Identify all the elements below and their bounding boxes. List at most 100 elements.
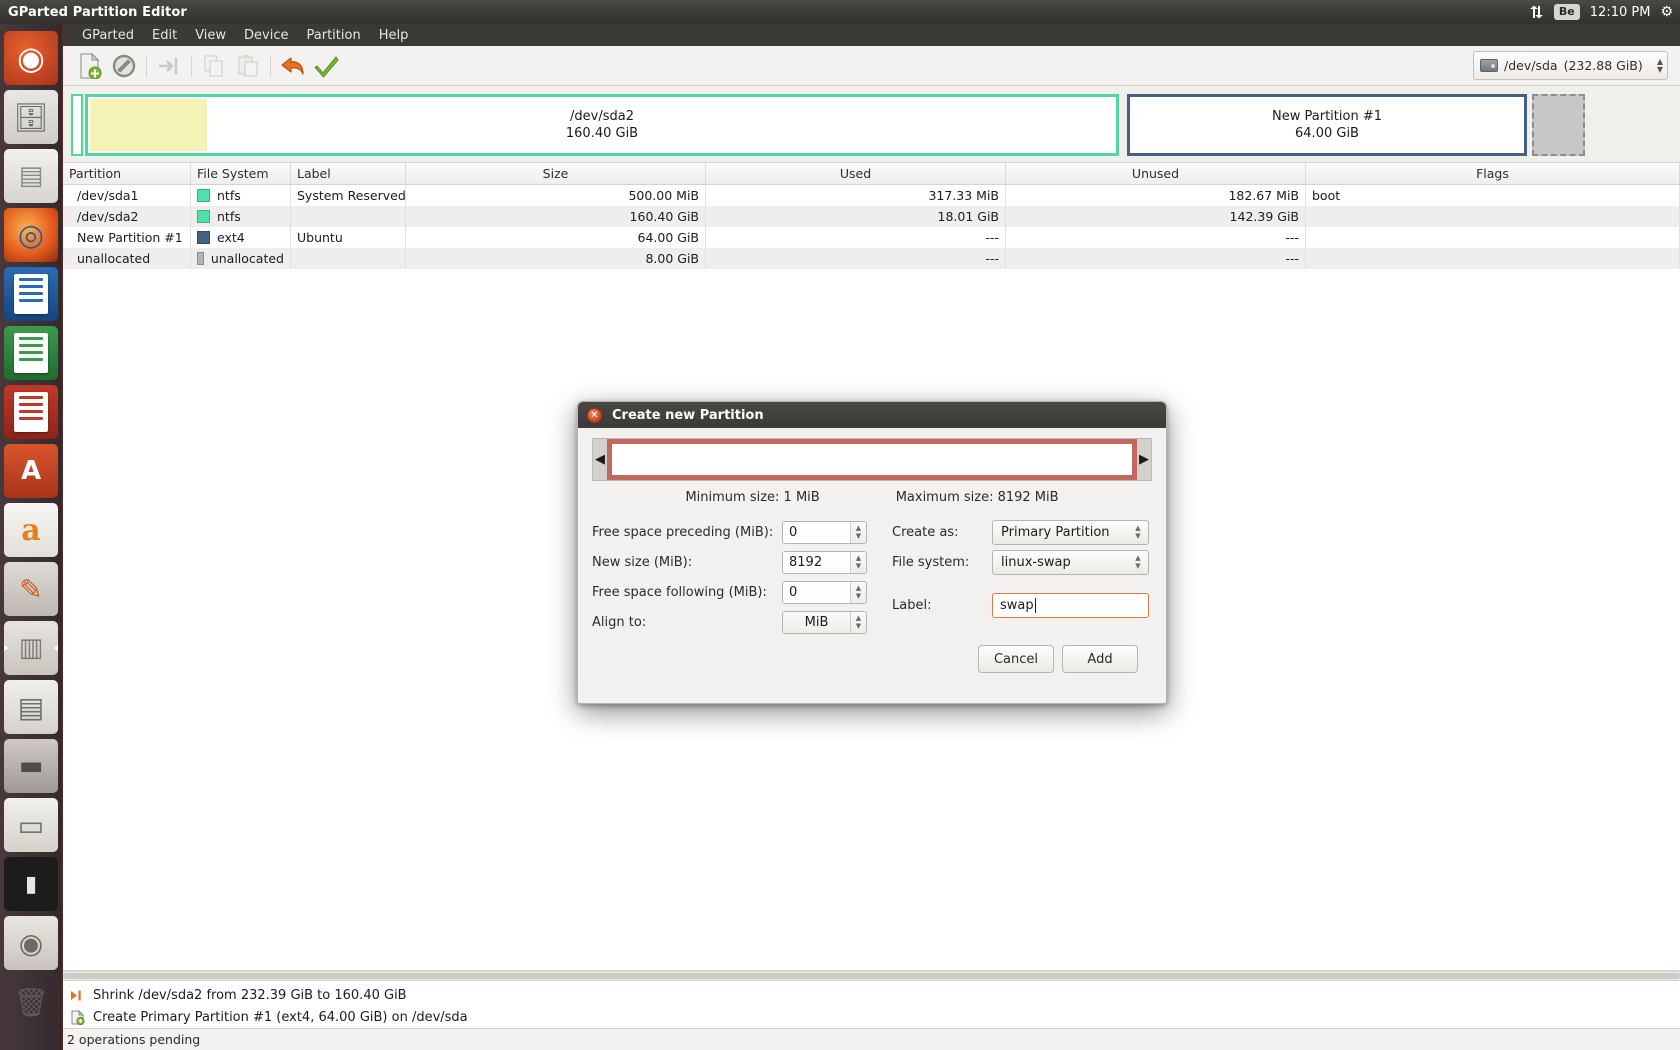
column-header-size[interactable]: Size [406, 163, 706, 184]
launcher-item-libreoffice-impress[interactable] [4, 385, 58, 439]
launcher-item-cd-drive[interactable]: ◉ [4, 916, 58, 970]
dialog-titlebar: ✕ Create new Partition [578, 402, 1166, 428]
launcher-item-hard-disk[interactable]: ▬ [4, 739, 58, 793]
menu-view[interactable]: View [186, 26, 235, 45]
toolbar-separator [146, 54, 147, 77]
clock-indicator[interactable]: 12:10 PM [1590, 5, 1651, 20]
gear-icon[interactable]: ⚙ [1660, 5, 1673, 19]
menu-partition[interactable]: Partition [298, 26, 370, 45]
partition-graphic-new-partition-1[interactable]: New Partition #1 64.00 GiB [1127, 94, 1527, 156]
field-new-size: New size (MiB): 8192 ▲ ▼ [592, 547, 882, 577]
partition-label-input[interactable]: swap [992, 592, 1149, 618]
gparted-icon: ▥ [18, 633, 44, 663]
toolbar-separator [270, 54, 271, 77]
horizontal-scrollbar[interactable] [63, 971, 1680, 980]
column-header-filesystem[interactable]: File System [191, 163, 291, 184]
add-button[interactable]: Add [1062, 645, 1138, 673]
launcher-item-trash[interactable]: 🗑 [4, 975, 58, 1029]
launcher-item-gparted[interactable]: ▥ [4, 621, 58, 675]
apply-button[interactable] [310, 50, 344, 82]
cell-label [291, 206, 406, 227]
launcher-item-libreoffice-writer[interactable] [4, 267, 58, 321]
sync-arrows-icon[interactable] [1529, 5, 1544, 19]
keyboard-layout-indicator[interactable]: Be [1553, 4, 1580, 20]
delete-partition-button[interactable] [107, 50, 141, 82]
resize-right-handle[interactable]: ▶ [1137, 439, 1151, 480]
copy-button[interactable] [197, 50, 231, 82]
text-caret [1034, 597, 1036, 613]
stepper-buttons[interactable]: ▲ ▼ [850, 521, 866, 543]
launcher-item-ubuntu-software[interactable]: A [4, 444, 58, 498]
list-item[interactable]: Shrink /dev/sda2 from 232.39 GiB to 160.… [63, 984, 1680, 1006]
chevron-down-icon: ▼ [1135, 532, 1141, 540]
status-bar: 2 operations pending [63, 1028, 1680, 1050]
launcher-item-amazon[interactable]: a [4, 503, 58, 557]
column-header-label[interactable]: Label [291, 163, 406, 184]
partition-graphic-unallocated[interactable] [1532, 94, 1585, 156]
launcher-item-ubuntu-dash[interactable]: ◉ [4, 31, 58, 85]
table-row[interactable]: New Partition #1 ext4 Ubuntu 64.00 GiB -… [63, 227, 1680, 248]
free-space-preceding-label: Free space preceding (MiB): [592, 524, 774, 540]
menu-edit[interactable]: Edit [143, 26, 186, 45]
partition-graphic-sda1[interactable] [71, 94, 83, 156]
launcher-item-system-settings[interactable]: ✎ [4, 562, 58, 616]
launcher-item-files[interactable]: 🗄 [4, 90, 58, 144]
chevron-up-icon: ▲ [855, 584, 862, 592]
stepper-buttons[interactable]: ▲ ▼ [850, 581, 866, 603]
undo-button[interactable] [276, 50, 310, 82]
scrollbar-thumb[interactable] [63, 973, 1680, 979]
list-item[interactable]: Create Primary Partition #1 (ext4, 64.00… [63, 1006, 1680, 1028]
menu-gparted[interactable]: GParted [73, 26, 143, 45]
chevron-updown-icon[interactable]: ▲ ▼ [1130, 521, 1146, 544]
ubuntu-dash-icon: ◉ [17, 39, 45, 77]
stepper-buttons[interactable]: ▲ ▼ [850, 551, 866, 573]
free-space-following-value[interactable]: 0 [783, 581, 850, 603]
launcher-item-archive-manager[interactable]: ▤ [4, 149, 58, 203]
table-row[interactable]: /dev/sda1 ntfs System Reserved 500.00 Mi… [63, 185, 1680, 206]
table-row[interactable]: /dev/sda2 ntfs 160.40 GiB 18.01 GiB 142.… [63, 206, 1680, 227]
column-header-flags[interactable]: Flags [1306, 163, 1680, 184]
cell-label: System Reserved [291, 185, 406, 206]
resize-track[interactable] [607, 439, 1137, 480]
chevron-updown-icon[interactable]: ▲ ▼ [1649, 58, 1663, 74]
menu-device[interactable]: Device [235, 26, 297, 45]
partition-graphic-sda2[interactable]: /dev/sda2 160.40 GiB [85, 94, 1119, 156]
filesystem-color-swatch [197, 210, 210, 223]
align-to-combo[interactable]: MiB ▲ ▼ [782, 610, 867, 634]
stepper-buttons[interactable]: ▲ ▼ [850, 611, 866, 633]
partition-table-header: Partition File System Label Size Used Un… [63, 163, 1680, 185]
close-icon[interactable]: ✕ [587, 407, 602, 423]
launcher-item-floppy-disk[interactable]: ▤ [4, 680, 58, 734]
launcher-item-libreoffice-calc[interactable] [4, 326, 58, 380]
resize-move-button[interactable] [152, 50, 186, 82]
column-header-used[interactable]: Used [706, 163, 1006, 184]
free-space-preceding-value[interactable]: 0 [783, 521, 850, 543]
cell-filesystem-text: ntfs [217, 209, 241, 224]
table-row[interactable]: unallocated unallocated 8.00 GiB --- --- [63, 248, 1680, 269]
cancel-button[interactable]: Cancel [978, 645, 1054, 673]
green-check-icon [314, 55, 339, 78]
free-space-following-stepper[interactable]: 0 ▲ ▼ [782, 580, 867, 604]
paste-button[interactable] [231, 50, 265, 82]
menu-help[interactable]: Help [370, 26, 418, 45]
cell-filesystem-text: ntfs [217, 188, 241, 203]
field-align-to: Align to: MiB ▲ ▼ [592, 607, 882, 637]
partition-resize-widget[interactable]: ◀ ▶ [592, 438, 1152, 481]
launcher-item-firefox[interactable]: ◎ [4, 208, 58, 262]
menubar: GParted Edit View Device Partition Help [63, 24, 1680, 46]
create-as-select[interactable]: Primary Partition ▲ ▼ [992, 519, 1149, 545]
column-header-partition[interactable]: Partition [63, 163, 191, 184]
new-size-value[interactable]: 8192 [783, 551, 850, 573]
column-header-unused[interactable]: Unused [1006, 163, 1306, 184]
new-partition-button[interactable] [73, 50, 107, 82]
align-to-value[interactable]: MiB [783, 611, 850, 633]
new-size-stepper[interactable]: 8192 ▲ ▼ [782, 550, 867, 574]
file-system-select[interactable]: linux-swap ▲ ▼ [992, 549, 1149, 575]
launcher-item-disk-image[interactable]: ▭ [4, 798, 58, 852]
resize-left-handle[interactable]: ◀ [593, 439, 607, 480]
launcher-item-terminal[interactable]: ▮ [4, 857, 58, 911]
device-selector[interactable]: /dev/sda (232.88 GiB) ▲ ▼ [1473, 51, 1668, 80]
chevron-updown-icon[interactable]: ▲ ▼ [1130, 551, 1146, 574]
free-space-preceding-stepper[interactable]: 0 ▲ ▼ [782, 520, 867, 544]
field-file-system: File system: linux-swap ▲ ▼ [892, 547, 1152, 577]
